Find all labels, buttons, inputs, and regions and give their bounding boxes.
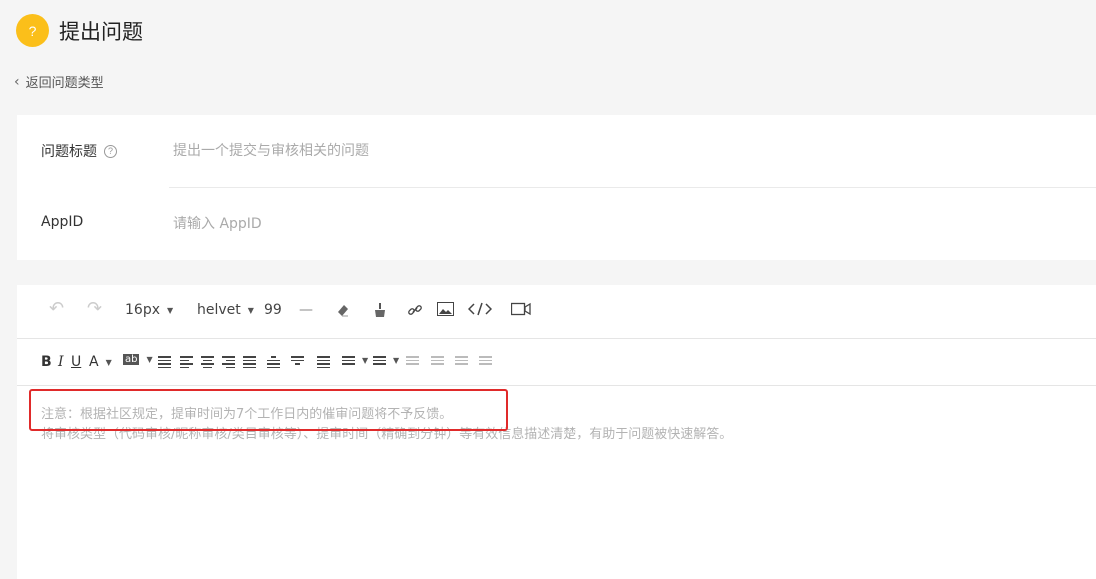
title-label-wrap: 问题标题 ?: [41, 141, 117, 161]
caret-down-icon: ▼: [247, 305, 254, 315]
chevron-left-icon: ‹: [14, 73, 20, 90]
back-label: 返回问题类型: [25, 76, 104, 91]
link-icon[interactable]: [407, 302, 423, 318]
caret-down-icon: ▼: [362, 355, 369, 365]
bg-color-select[interactable]: ab ▼: [123, 354, 153, 365]
table-delete-icon[interactable]: [479, 354, 492, 367]
highlight-box: [29, 389, 508, 431]
title-label: 问题标题: [41, 144, 97, 160]
underline-button[interactable]: U: [71, 354, 81, 370]
font-size-select[interactable]: 16px ▼: [125, 302, 173, 318]
align-center-icon[interactable]: [201, 354, 214, 370]
bold-button[interactable]: B: [41, 354, 52, 370]
back-link[interactable]: ‹ 返回问题类型: [14, 72, 104, 92]
brush-icon[interactable]: [372, 302, 388, 318]
eraser-icon[interactable]: [335, 302, 351, 318]
question-icon: ?: [16, 14, 49, 47]
align-left-icon[interactable]: [180, 354, 193, 370]
editor-toolbar-primary: ↶ ↷ 16px ▼ helvet ▼ 99 —: [17, 285, 1096, 339]
page-title: 提出问题: [59, 19, 143, 44]
caret-down-icon: ▼: [393, 355, 400, 365]
help-icon[interactable]: ?: [104, 144, 117, 158]
quote-button[interactable]: 99: [264, 302, 282, 318]
rich-editor: ↶ ↷ 16px ▼ helvet ▼ 99 — B I U A ▼ ab ▼ …: [17, 285, 1096, 579]
question-form: 问题标题 ? AppID: [17, 115, 1096, 260]
line-height-icon[interactable]: [267, 354, 280, 370]
hr-button[interactable]: —: [299, 302, 313, 318]
image-icon[interactable]: [437, 302, 454, 316]
outdent-icon[interactable]: [317, 354, 330, 370]
page-header: ? 提出问题: [16, 14, 143, 47]
font-size-value: 16px: [125, 302, 160, 318]
title-input[interactable]: [171, 137, 1075, 165]
ordered-list-select[interactable]: ▼: [342, 354, 368, 367]
appid-label: AppID: [41, 214, 84, 230]
undo-icon[interactable]: ↶: [49, 298, 64, 319]
table-icon[interactable]: [406, 354, 419, 367]
font-family-select[interactable]: helvet ▼: [197, 302, 254, 318]
bg-color-label: ab: [123, 354, 140, 365]
indent-icon[interactable]: [158, 354, 171, 370]
title-row: 问题标题 ?: [17, 115, 1096, 188]
caret-down-icon: ▼: [146, 355, 153, 364]
unordered-list-select[interactable]: ▼: [373, 354, 399, 367]
code-icon[interactable]: [468, 302, 492, 316]
font-color-select[interactable]: A ▼: [89, 354, 112, 370]
table-col-icon[interactable]: [455, 354, 468, 367]
italic-button[interactable]: I: [58, 354, 64, 370]
redo-icon[interactable]: ↷: [87, 298, 102, 319]
paragraph-spacing-icon[interactable]: [291, 354, 304, 367]
font-family-value: helvet: [197, 302, 241, 318]
font-color-label: A: [89, 354, 99, 370]
table-row-icon[interactable]: [431, 354, 444, 367]
justify-icon[interactable]: [243, 354, 256, 370]
align-right-icon[interactable]: [222, 354, 235, 370]
appid-row: AppID: [17, 188, 1096, 260]
appid-input[interactable]: [171, 210, 1075, 238]
video-icon[interactable]: [511, 302, 531, 316]
caret-down-icon: ▼: [167, 305, 174, 315]
editor-toolbar-secondary: B I U A ▼ ab ▼ ▼ ▼: [17, 339, 1096, 386]
caret-down-icon: ▼: [105, 357, 112, 367]
